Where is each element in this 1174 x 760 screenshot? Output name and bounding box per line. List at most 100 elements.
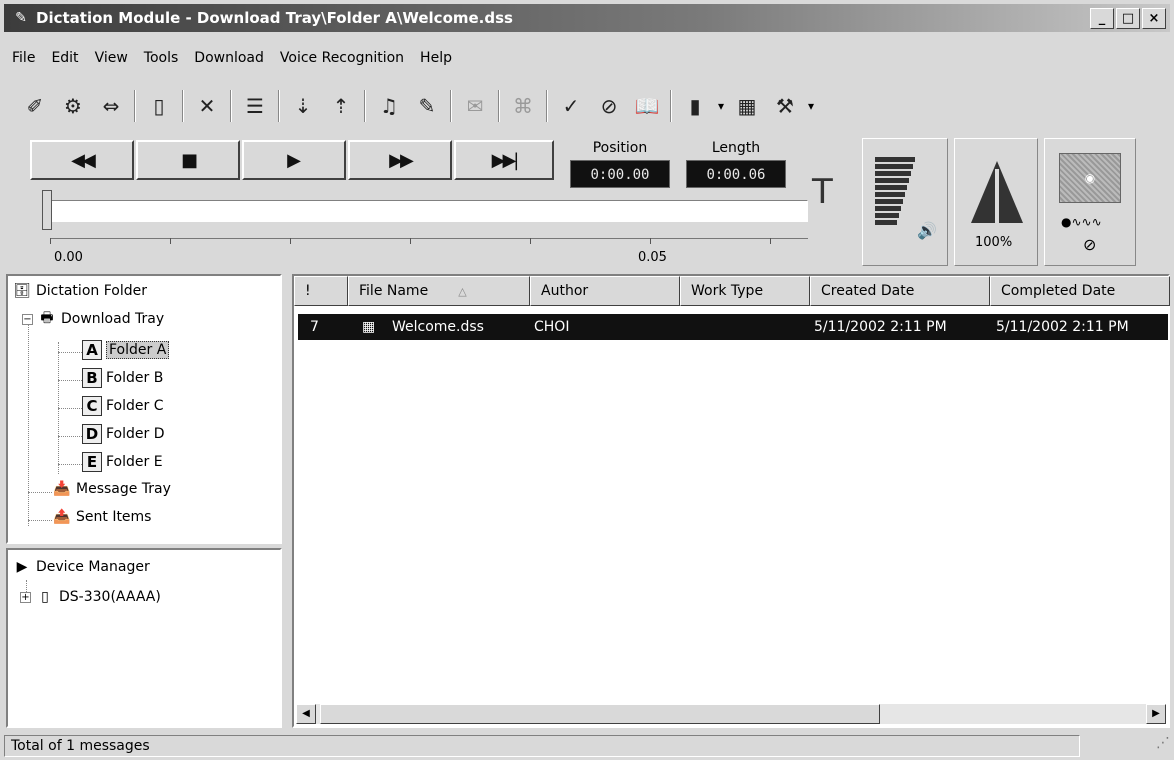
- complete-icon[interactable]: ⊘: [590, 88, 628, 124]
- menu-edit[interactable]: Edit: [43, 50, 86, 66]
- speaker-icon: 🔊: [917, 221, 937, 240]
- scroll-thumb[interactable]: [320, 704, 880, 724]
- device-tree: ▶ Device Manager + ▯ DS-330(AAAA): [6, 548, 282, 728]
- minimize-button[interactable]: _: [1090, 7, 1114, 29]
- speed-value: 100%: [975, 235, 1013, 250]
- list-header: ! File Name △ Author Work Type Created D…: [294, 276, 1170, 306]
- time-scale: [50, 238, 808, 256]
- expand-icon[interactable]: +: [20, 591, 31, 603]
- tone-indicator-icon: ●∿∿∿: [1061, 215, 1102, 229]
- foot-pedal-icon[interactable]: T: [812, 172, 833, 212]
- toolbar-separator: [450, 90, 452, 122]
- tree-label: Device Manager: [36, 559, 150, 575]
- player-panel: ◀◀ ■ ▶ ▶▶ ▶▶| Position 0:00.00 Length 0:…: [20, 138, 1170, 270]
- list-view-icon[interactable]: ☰: [236, 88, 274, 124]
- maximize-button[interactable]: □: [1116, 7, 1140, 29]
- chevron-down-icon[interactable]: ▾: [714, 99, 728, 113]
- tree-dictation-folder[interactable]: 🗄 Dictation Folder: [12, 282, 147, 300]
- scale-mid-label: 0.05: [638, 250, 667, 265]
- tree-message-tray[interactable]: 📥 Message Tray: [52, 480, 171, 498]
- tray-icon: 🖶: [40, 310, 54, 326]
- settings-icon[interactable]: ⚒: [766, 88, 804, 124]
- menu-help[interactable]: Help: [412, 50, 460, 66]
- tree-folder-d[interactable]: D Folder D: [82, 424, 165, 444]
- device-icon[interactable]: ▯: [140, 88, 178, 124]
- tree-download-tray[interactable]: − 🖶 Download Tray: [22, 310, 164, 328]
- toolbar: ✐ ⚙ ⇔ ▯ ✕ ☰ ⇣ ⇡ ♫ ✎ ✉ ⌘ ✓ ⊘ 📖 ▮ ▾ ▦ ⚒ ▾: [16, 84, 1096, 128]
- tree-label: Folder B: [106, 370, 164, 386]
- fast-forward-button[interactable]: ▶▶: [348, 140, 452, 180]
- horizontal-scrollbar[interactable]: ◀ ▶: [296, 704, 1166, 724]
- tree-label: Folder E: [106, 454, 163, 470]
- position-slider[interactable]: [50, 200, 808, 222]
- collapse-icon[interactable]: −: [22, 313, 33, 325]
- tree-folder-a[interactable]: A Folder A: [82, 340, 170, 360]
- table-row[interactable]: 7 ▦ Welcome.dss CHOI 5/11/2002 2:11 PM 5…: [298, 314, 1168, 340]
- checkmark-icon[interactable]: ✓: [552, 88, 590, 124]
- chevron-down-icon[interactable]: ▾: [804, 99, 818, 113]
- disabled-action-icon[interactable]: ⌘: [504, 88, 542, 124]
- toolbar-separator: [670, 90, 672, 122]
- tree-folder-c[interactable]: C Folder C: [82, 396, 164, 416]
- tone-panel[interactable]: ◉ ●∿∿∿ ⊘: [1044, 138, 1136, 266]
- column-work-type[interactable]: Work Type: [680, 276, 810, 306]
- tree-sent-items[interactable]: 📤 Sent Items: [52, 508, 151, 526]
- scroll-right-icon[interactable]: ▶: [1146, 704, 1166, 724]
- column-author[interactable]: Author: [530, 276, 680, 306]
- rewind-button[interactable]: ◀◀: [30, 140, 134, 180]
- menu-view[interactable]: View: [87, 50, 136, 66]
- tree-device-manager[interactable]: ▶ Device Manager: [12, 558, 150, 576]
- toolbar-separator: [230, 90, 232, 122]
- column-label: File Name: [359, 283, 429, 299]
- tree-folder-e[interactable]: E Folder E: [82, 452, 163, 472]
- properties-icon[interactable]: ⚙: [54, 88, 92, 124]
- status-text: Total of 1 messages: [4, 735, 1080, 757]
- menu-tools[interactable]: Tools: [136, 50, 187, 66]
- folder-c-icon: C: [82, 396, 102, 416]
- length-display: 0:00.06: [686, 160, 786, 188]
- play-button[interactable]: ▶: [242, 140, 346, 180]
- length-label: Length: [711, 140, 761, 156]
- tree-label: DS-330(AAAA): [59, 589, 161, 605]
- status-bar: Total of 1 messages ⋰: [4, 734, 1170, 758]
- tree-device-ds330[interactable]: + ▯ DS-330(AAAA): [20, 588, 161, 606]
- slider-thumb[interactable]: [42, 190, 52, 230]
- dss-file-icon: ▦: [362, 319, 376, 335]
- move-icon[interactable]: ⇔: [92, 88, 130, 124]
- voice-icon[interactable]: ♫: [370, 88, 408, 124]
- upload-icon[interactable]: ⇡: [322, 88, 360, 124]
- position-label: Position: [592, 140, 648, 156]
- scroll-left-icon[interactable]: ◀: [296, 704, 316, 724]
- menu-voice-recognition[interactable]: Voice Recognition: [272, 50, 412, 66]
- toolbar-separator: [498, 90, 500, 122]
- column-created-date[interactable]: Created Date: [810, 276, 990, 306]
- menu-file[interactable]: File: [4, 50, 43, 66]
- worktype-icon[interactable]: ▦: [728, 88, 766, 124]
- speed-panel[interactable]: 100%: [954, 138, 1038, 266]
- column-file-name[interactable]: File Name △: [348, 276, 530, 306]
- column-completed-date[interactable]: Completed Date: [990, 276, 1170, 306]
- record-icon[interactable]: ✐: [16, 88, 54, 124]
- volume-panel[interactable]: 🔊: [862, 138, 948, 266]
- folder-tree: 🗄 Dictation Folder − 🖶 Download Tray A F…: [6, 274, 282, 544]
- menu-download[interactable]: Download: [186, 50, 272, 66]
- tree-label: Download Tray: [61, 311, 165, 327]
- menu-bar: File Edit View Tools Download Voice Reco…: [4, 46, 1170, 70]
- tree-label: Folder A: [106, 341, 170, 359]
- no-tone-icon: ⊘: [1083, 235, 1097, 254]
- close-button[interactable]: ×: [1142, 7, 1166, 29]
- column-priority[interactable]: !: [294, 276, 348, 306]
- priority-icon[interactable]: ▮: [676, 88, 714, 124]
- resize-grip-icon[interactable]: ⋰: [1080, 735, 1170, 757]
- toolbar-separator: [182, 90, 184, 122]
- skip-end-button[interactable]: ▶▶|: [454, 140, 554, 180]
- transcribe-icon[interactable]: ✎: [408, 88, 446, 124]
- tree-folder-b[interactable]: B Folder B: [82, 368, 163, 388]
- tree-label: Dictation Folder: [36, 283, 147, 299]
- book-icon[interactable]: 📖: [628, 88, 666, 124]
- stop-button[interactable]: ■: [136, 140, 240, 180]
- delete-icon[interactable]: ✕: [188, 88, 226, 124]
- tree-label: Sent Items: [76, 509, 152, 525]
- download-icon[interactable]: ⇣: [284, 88, 322, 124]
- email-icon[interactable]: ✉: [456, 88, 494, 124]
